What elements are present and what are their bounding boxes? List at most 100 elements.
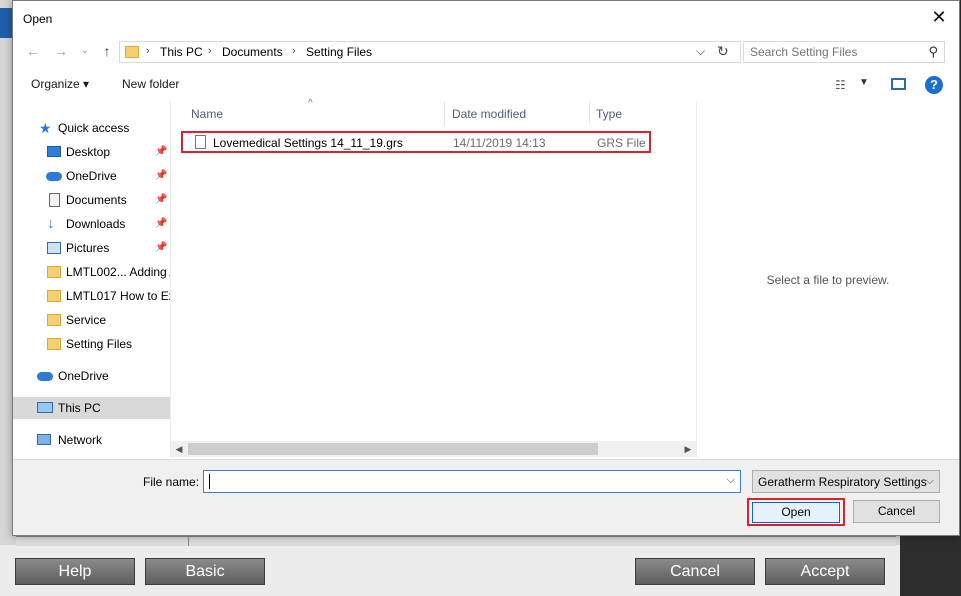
navigation-bar: ← → ⌄ ↑ › This PC › Documents › Setting … — [13, 35, 959, 67]
sidebar-item-desktop[interactable]: Desktop 📌 — [13, 141, 170, 163]
file-type-value: Geratherm Respiratory Settings — [758, 475, 927, 489]
preview-pane-icon[interactable] — [891, 78, 906, 90]
address-bar[interactable]: › This PC › Documents › Setting Files ⌵ … — [119, 41, 741, 63]
sidebar-item-label: Quick access — [58, 121, 130, 135]
sidebar-item-onedrive[interactable]: OneDrive 📌 — [13, 165, 170, 187]
column-header-type[interactable]: Type — [596, 101, 622, 125]
bottom-panel: File name: ⌵ Geratherm Respiratory Setti… — [13, 459, 959, 535]
chevron-down-icon[interactable]: ▼ — [859, 77, 869, 88]
cloud-icon — [46, 172, 62, 181]
pin-icon: 📌 — [155, 170, 168, 181]
documents-icon — [49, 193, 60, 207]
sidebar-item-label: Desktop — [66, 145, 111, 159]
open-button[interactable]: Open — [752, 502, 840, 523]
search-icon[interactable]: ⚲ — [928, 44, 938, 60]
organize-button[interactable]: Organize ▾ — [31, 77, 89, 91]
breadcrumb-setting-files[interactable]: Setting Files — [306, 45, 372, 59]
background-row — [16, 536, 896, 546]
sidebar-item-label: OneDrive — [66, 169, 117, 183]
recent-locations-icon[interactable]: ⌄ — [75, 41, 95, 61]
pin-icon: 📌 — [155, 146, 168, 157]
sidebar-item-label: OneDrive — [58, 369, 109, 383]
refresh-icon[interactable]: ↻ — [717, 43, 729, 60]
sidebar-item-setting-files[interactable]: Setting Files — [13, 333, 170, 355]
column-divider[interactable] — [589, 101, 590, 125]
basic-button[interactable]: Basic — [145, 558, 265, 585]
file-name-input[interactable]: ⌵ — [203, 470, 741, 493]
new-folder-button[interactable]: New folder — [122, 77, 179, 91]
scroll-left-icon[interactable]: ◀ — [171, 442, 187, 456]
sidebar-item-lmtl017[interactable]: LMTL017 How to Ex — [13, 285, 170, 307]
sidebar-item-label: Network — [58, 433, 103, 447]
sidebar-item-onedrive-root[interactable]: OneDrive — [13, 365, 170, 387]
chevron-down-icon[interactable]: ⌵ — [727, 474, 735, 487]
file-list: ^ Name Date modified Type Lovemedical Se… — [171, 98, 696, 457]
folder-icon — [47, 338, 61, 350]
navigation-pane: ★ Quick access Desktop 📌 OneDrive 📌 Docu… — [13, 101, 170, 457]
horizontal-scrollbar[interactable]: ◀ ▶ — [171, 441, 696, 457]
background-cancel-button[interactable]: Cancel — [635, 558, 755, 585]
network-icon — [37, 434, 51, 445]
sidebar-item-this-pc[interactable]: This PC — [13, 397, 170, 419]
file-type-select[interactable]: Geratherm Respiratory Settings ⌵ — [752, 470, 940, 493]
preview-pane: Select a file to preview. — [696, 101, 959, 457]
sidebar-item-documents[interactable]: Documents 📌 — [13, 189, 170, 211]
sidebar-item-pictures[interactable]: Pictures 📌 — [13, 237, 170, 259]
sidebar-item-label: Documents — [66, 193, 127, 207]
open-dialog: Open ✕ ← → ⌄ ↑ › This PC › Documents › S… — [12, 0, 960, 536]
folder-icon — [47, 266, 61, 278]
search-input[interactable] — [750, 44, 918, 60]
file-name-label: File name: — [143, 475, 200, 489]
sidebar-item-lmtl002[interactable]: LMTL002... Adding A — [13, 261, 170, 283]
file-icon — [195, 135, 206, 149]
dialog-title: Open — [23, 12, 53, 26]
computer-icon — [37, 402, 53, 413]
file-name: Lovemedical Settings 14_11_19.grs — [213, 136, 403, 150]
pictures-icon — [47, 242, 61, 254]
search-box[interactable]: ⚲ — [743, 41, 945, 63]
accept-button[interactable]: Accept — [765, 558, 885, 585]
breadcrumb-this-pc[interactable]: This PC — [160, 45, 203, 59]
forward-arrow-icon[interactable]: → — [51, 41, 71, 61]
folder-icon — [47, 290, 61, 302]
chevron-down-icon: ⌵ — [925, 475, 934, 487]
table-row[interactable]: Lovemedical Settings 14_11_19.grs 14/11/… — [181, 131, 651, 153]
folder-icon — [125, 46, 139, 58]
help-button[interactable]: Help — [15, 558, 135, 585]
sidebar-item-network[interactable]: Network — [13, 429, 170, 451]
up-arrow-icon[interactable]: ↑ — [97, 41, 117, 61]
pin-icon: 📌 — [155, 242, 168, 253]
sidebar-item-service[interactable]: Service — [13, 309, 170, 331]
column-divider[interactable] — [444, 101, 445, 125]
pin-icon: 📌 — [155, 218, 168, 229]
breadcrumb-documents[interactable]: Documents — [222, 45, 283, 59]
help-icon[interactable]: ? — [925, 76, 943, 94]
cloud-icon — [37, 372, 53, 381]
preview-message: Select a file to preview. — [766, 273, 890, 287]
star-icon: ★ — [39, 120, 52, 136]
column-header-date-modified[interactable]: Date modified — [452, 101, 526, 125]
sidebar-item-label: Setting Files — [66, 337, 133, 351]
text-caret — [209, 474, 210, 489]
sidebar-item-label: Pictures — [66, 241, 110, 255]
download-icon: ↓ — [47, 215, 55, 232]
sidebar-item-downloads[interactable]: ↓ Downloads 📌 — [13, 213, 170, 235]
chevron-down-icon[interactable]: ⌵ — [696, 44, 705, 59]
sidebar-item-quick-access[interactable]: ★ Quick access — [13, 117, 170, 139]
breadcrumb-separator-icon: › — [292, 45, 296, 57]
open-button-highlight: Open — [747, 498, 845, 526]
scroll-right-icon[interactable]: ▶ — [680, 442, 696, 456]
sort-ascending-icon: ^ — [308, 98, 313, 109]
breadcrumb-separator-icon: › — [208, 45, 212, 57]
close-icon[interactable]: ✕ — [927, 7, 951, 29]
command-bar: Organize ▾ New folder ☷ ▼ ? — [13, 69, 959, 99]
sidebar-item-label: LMTL002... Adding A — [66, 265, 170, 279]
sidebar-item-label: This PC — [58, 401, 101, 415]
sidebar-item-label: Downloads — [66, 217, 126, 231]
breadcrumb-separator-icon: › — [146, 45, 150, 57]
scrollbar-thumb[interactable] — [188, 443, 598, 455]
column-header-name[interactable]: Name — [191, 101, 223, 125]
back-arrow-icon[interactable]: ← — [23, 41, 43, 61]
view-options-icon[interactable]: ☷ — [835, 78, 846, 92]
cancel-button[interactable]: Cancel — [853, 500, 940, 523]
